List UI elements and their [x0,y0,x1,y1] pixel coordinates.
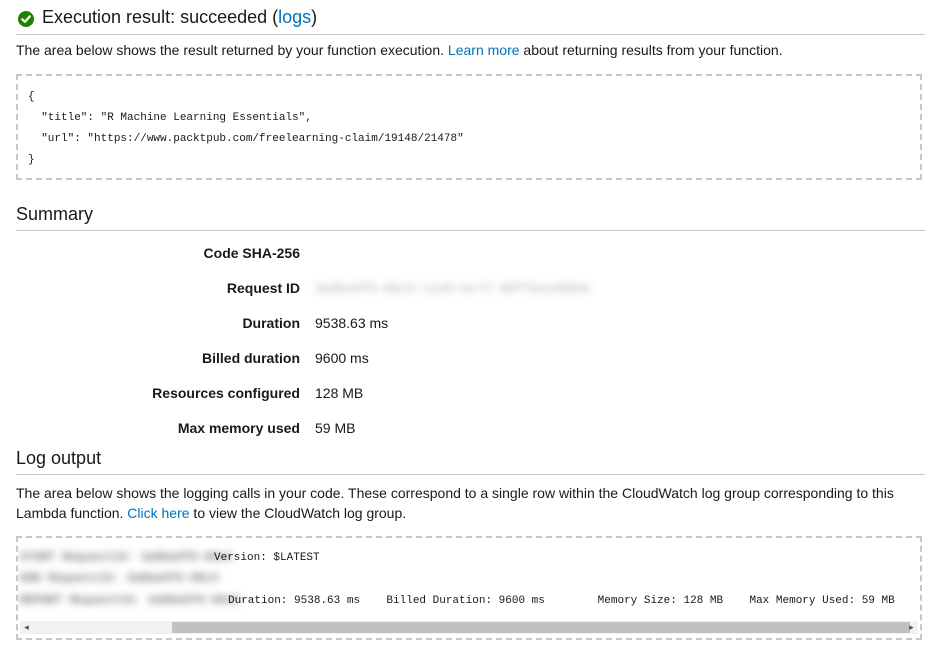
json-line: } [28,154,35,166]
scroll-right-icon[interactable]: ▸ [905,621,918,634]
logs-link[interactable]: logs [278,7,311,27]
scroll-thumb[interactable] [172,622,910,633]
log-line-start-hidden: START RequestId: 3a8be0f0-08c5 [20,552,234,564]
summary-value-duration: 9538.63 ms [315,315,389,331]
log-line-report: Duration: 9538.63 ms Billed Duration: 96… [228,595,895,607]
learn-more-link[interactable]: Learn more [448,42,520,58]
result-description: The area below shows the result returned… [16,42,783,58]
execution-result-header: Execution result: succeeded (logs) [16,6,925,35]
log-output-divider [16,474,925,475]
result-title-text: Execution result: succeeded ( [42,7,279,27]
log-description-text-end: to view the CloudWatch log group. [189,505,407,521]
summary-value-resources: 128 MB [315,385,364,401]
log-line-end-hidden: END RequestId: 3a8be0f0-08c5 [20,573,219,585]
json-line: "url": "https://www.packtpub.com/freelea… [28,133,464,145]
json-line: "title": "R Machine Learning Essentials"… [28,112,312,124]
log-output-box[interactable]: START RequestId: 3a8be0f0-08c5 Version: … [16,536,922,640]
horizontal-scrollbar[interactable]: ◂ ▸ [20,621,918,634]
success-check-icon [18,11,34,27]
summary-label-code-sha: Code SHA-256 [203,245,300,261]
description-text: The area below shows the result returned… [16,42,448,58]
log-line-report-hidden: REPORT RequestId: 3a8be0f0-08c5 [20,595,241,607]
log-line-version: Version: $LATEST [214,552,320,564]
log-output-description: The area below shows the logging calls i… [16,483,916,523]
summary-label-max-memory: Max memory used [177,420,300,436]
summary-label-duration: Duration [242,315,300,331]
result-title: Execution result: succeeded (logs) [42,7,317,28]
summary-divider [16,230,925,231]
result-title-suffix: ) [311,7,318,27]
summary-value-billed-duration: 9600 ms [315,350,369,366]
result-json-box[interactable]: { "title": "R Machine Learning Essential… [16,74,922,180]
summary-value-request-id: 3a8be0f0-08c5-11e8-9c7f-00ffbea40b9c [315,282,593,296]
description-text-end: about returning results from your functi… [519,42,783,58]
summary-label-resources: Resources configured [152,385,300,401]
summary-value-max-memory: 59 MB [315,420,356,436]
scroll-left-icon[interactable]: ◂ [20,621,33,634]
click-here-link[interactable]: Click here [127,505,189,521]
summary-label-request-id: Request ID [226,280,300,296]
summary-heading: Summary [16,204,94,224]
summary-label-billed-duration: Billed duration [202,350,300,366]
log-output-heading: Log output [16,448,102,468]
json-line: { [28,91,35,103]
